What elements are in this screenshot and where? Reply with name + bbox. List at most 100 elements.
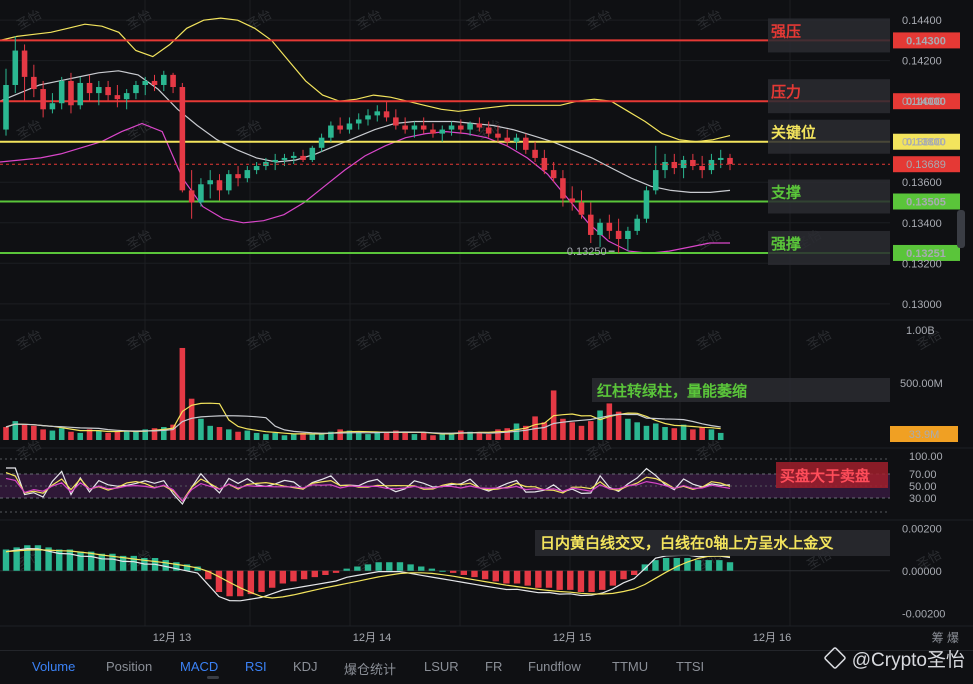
macd-hist-bar [418,566,425,571]
candle-body [235,174,241,179]
tab-liquidation-stats[interactable]: 爆仓统计 [344,659,396,678]
candle-body [411,125,418,130]
volume-bar [430,435,436,440]
price-axis-tick: 0.13800 [902,137,942,149]
tab-ttmu[interactable]: TTMU [612,659,648,674]
macd-hist-bar [396,562,404,571]
macd-hist-bar [662,558,670,571]
volume-annotation: 红柱转绿柱，量能萎缩 [597,382,747,400]
macd-hist-bar [513,570,521,584]
low-price-marker: 0.13250 [567,246,607,258]
tab-fundflow[interactable]: Fundflow [528,659,581,674]
volume-bar [690,429,696,440]
candle-body [3,84,9,130]
candle-body [448,125,455,130]
rsi-axis-tick: 50.00 [909,481,937,493]
corner-toggle[interactable]: 筹 爆 [932,629,959,646]
candle-body [569,198,575,203]
scrollbar[interactable] [957,210,965,248]
candle-body [309,147,316,160]
candle-body [328,125,334,138]
macd-hist-bar [535,570,542,588]
volume-bar [235,431,241,440]
candle-body [365,115,371,120]
candle-body [281,157,288,160]
macd-hist-bar [322,570,329,575]
tab-bar-handle[interactable] [207,676,219,679]
volume-bar [337,429,343,440]
tab-macd[interactable]: MACD [180,659,218,674]
volume-axis-tick: 500.00M [900,378,943,390]
tab-kdj[interactable]: KDJ [293,659,318,674]
rsi-axis-tick: 70.00 [909,469,937,481]
volume-bar [290,434,297,440]
candlestick-chart: 圣怡 圣怡 圣怡 圣怡 圣怡 圣怡 圣怡圣怡 圣怡 圣怡 圣怡圣怡 圣怡 圣怡 圣怡 圣怡圣怡 圣怡 圣怡 圣怡… [0,0,973,683]
candle-body [318,137,325,148]
volume-bar [272,432,278,440]
volume-bar [587,421,594,440]
tab-fr[interactable]: FR [485,659,502,674]
volume-bar [31,425,37,440]
macd-hist-bar [386,562,393,571]
macd-hist-bar [673,558,680,571]
macd-hist-bar [503,570,510,584]
tab-rsi[interactable]: RSI [245,659,267,674]
volume-bar [40,429,46,440]
candle-body [727,157,733,165]
volume-bar [77,432,84,440]
macd-axis-tick: 0.00200 [902,523,942,535]
candle-body [198,184,204,203]
price-axis-tick: 0.14400 [902,15,942,27]
macd-hist-bar [460,570,468,575]
macd-hist-bar [375,562,382,571]
candle-body [133,84,139,94]
candle-body [699,166,705,171]
candle-body [634,218,640,231]
candle-body [523,137,529,150]
macd-hist-bar [556,570,563,590]
volume-bar [68,431,74,440]
price-axis-tick: 0.13600 [902,177,942,189]
macd-hist-bar [311,570,318,578]
macd-hist-bar [599,570,606,590]
candle-body [21,50,28,77]
candle-body [40,89,46,110]
tab-lsur[interactable]: LSUR [424,659,459,674]
volume-bar [3,427,9,440]
price-axis-tick: 0.14200 [902,56,942,68]
macd-axis-tick: 0.00000 [902,566,942,578]
candle-body [606,222,613,231]
candle-body [671,161,678,169]
candle-body [643,190,650,219]
candle-body [615,230,622,239]
macd-hist-bar [705,560,712,571]
level-price-text-3: 0.13505 [906,196,946,208]
macd-hist-bar [258,570,265,592]
volume-bar [49,430,56,440]
candle-body [300,155,306,160]
volume-bar [216,427,223,440]
candle-body [560,178,566,199]
macd-hist-bar [407,564,414,571]
volume-bar [411,434,418,440]
candle-body [114,95,121,100]
candle-body [690,159,696,167]
macd-hist-bar [66,549,74,571]
tab-volume[interactable]: Volume [32,659,75,674]
volume-bar [133,431,139,440]
candle-body [337,125,343,130]
date-axis-tick: 12月 13 [153,632,192,644]
brand-text: @Crypto圣怡 [851,650,965,671]
macd-hist-bar [609,570,617,586]
level-name-2: 关键位 [771,124,816,142]
macd-hist-bar [524,570,531,586]
volume-bar [96,430,102,440]
macd-hist-bar [279,570,287,584]
tab-position[interactable]: Position [106,659,152,674]
volume-bar [578,425,585,440]
candle-body [402,125,408,130]
macd-hist-bar [449,570,457,573]
tab-ttsi[interactable]: TTSI [676,659,704,674]
macd-hist-bar [652,560,659,571]
macd-hist-bar [630,570,638,575]
